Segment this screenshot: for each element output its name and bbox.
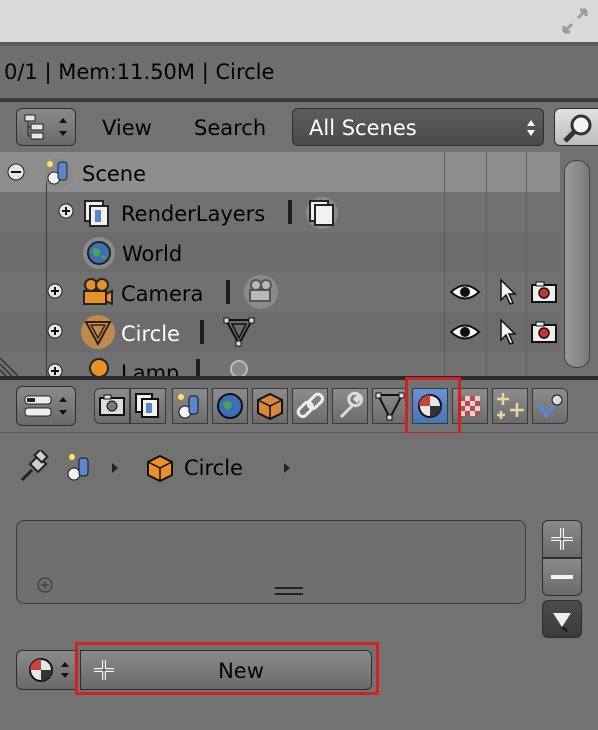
breadcrumb-arrow-icon <box>282 460 292 474</box>
divider <box>288 200 292 224</box>
list-filter-toggle-icon[interactable] <box>37 577 53 593</box>
outliner-label-lamp: Lamp <box>121 361 180 376</box>
column-divider <box>486 152 487 376</box>
divider <box>226 280 230 304</box>
column-divider <box>526 152 527 376</box>
mesh-data-tab-icon[interactable] <box>372 388 408 424</box>
lamp-object-icon <box>84 355 114 376</box>
breadcrumb-arrow-icon <box>110 460 120 474</box>
list-resize-handle[interactable] <box>275 581 303 595</box>
breadcrumb-object-label: Circle <box>184 456 243 480</box>
pin-icon[interactable] <box>18 448 52 484</box>
expand-icon[interactable] <box>47 283 63 299</box>
lamp-data-icon <box>222 355 256 376</box>
render-tab-icon[interactable] <box>94 388 130 424</box>
outliner-label-renderlayers: RenderLayers <box>121 202 266 226</box>
material-slot-list[interactable] <box>16 520 526 604</box>
breadcrumb-object-icon <box>144 452 176 484</box>
browse-material-button[interactable] <box>16 650 78 690</box>
divider <box>200 320 204 344</box>
material-tab-highlight <box>405 377 461 435</box>
new-button-highlight <box>75 642 379 695</box>
render-camera-icon[interactable] <box>530 320 558 344</box>
search-icon[interactable] <box>554 108 598 146</box>
render-camera-icon[interactable] <box>530 280 558 304</box>
outliner-label-scene: Scene <box>82 162 147 186</box>
particles-tab-icon[interactable] <box>492 388 528 424</box>
world-tab-icon[interactable] <box>212 388 248 424</box>
physics-tab-icon[interactable] <box>532 388 568 424</box>
outliner-scrollbar[interactable] <box>564 160 590 368</box>
render-layers-icon <box>82 198 112 228</box>
constraints-tab-icon[interactable] <box>292 388 328 424</box>
modifiers-tab-icon[interactable] <box>332 388 368 424</box>
properties-editor-type-button[interactable] <box>16 386 76 426</box>
render-layers-tab-icon[interactable] <box>130 388 166 424</box>
mesh-object-icon <box>80 314 116 350</box>
collapse-icon[interactable] <box>7 163 25 181</box>
scene-icon <box>42 156 76 190</box>
camera-data-icon <box>242 274 280 310</box>
scene-filter-dropdown[interactable]: All Scenes <box>292 108 544 146</box>
material-specials-menu[interactable] <box>542 600 582 638</box>
divider <box>196 359 200 376</box>
area-corner-handle[interactable] <box>0 352 24 377</box>
mesh-data-icon <box>222 316 256 348</box>
visibility-eye-icon[interactable] <box>449 321 481 343</box>
editor-type-button[interactable] <box>16 108 76 146</box>
outliner-label-circle: Circle <box>121 322 180 346</box>
tree-line <box>46 172 47 376</box>
remove-material-slot-button[interactable] <box>542 558 582 596</box>
expand-icon[interactable] <box>58 203 74 219</box>
top-empty-area <box>0 0 598 42</box>
info-text: 0/1 | Mem:11.50M | Circle <box>4 60 275 84</box>
outliner-label-camera: Camera <box>121 282 204 306</box>
scene-filter-value: All Scenes <box>309 116 417 140</box>
visibility-eye-icon[interactable] <box>449 281 481 303</box>
column-divider <box>444 152 445 376</box>
select-cursor-icon[interactable] <box>498 278 518 306</box>
search-menu[interactable]: Search <box>194 116 266 140</box>
view-menu[interactable]: View <box>102 116 152 140</box>
outliner-row-lamp-content: Lamp <box>0 355 560 376</box>
select-cursor-icon[interactable] <box>498 318 518 346</box>
expand-icon[interactable] <box>47 323 63 339</box>
object-tab-icon[interactable] <box>252 388 288 424</box>
expand-icon[interactable] <box>47 363 63 376</box>
maximize-area-icon[interactable] <box>560 6 590 36</box>
camera-object-icon <box>80 276 114 310</box>
render-layer-icon <box>304 196 340 230</box>
world-icon <box>82 236 116 270</box>
outliner-label-world: World <box>122 242 183 266</box>
scene-tab-icon[interactable] <box>172 388 208 424</box>
add-material-slot-button[interactable] <box>542 520 582 558</box>
breadcrumb-scene-icon <box>64 450 98 484</box>
